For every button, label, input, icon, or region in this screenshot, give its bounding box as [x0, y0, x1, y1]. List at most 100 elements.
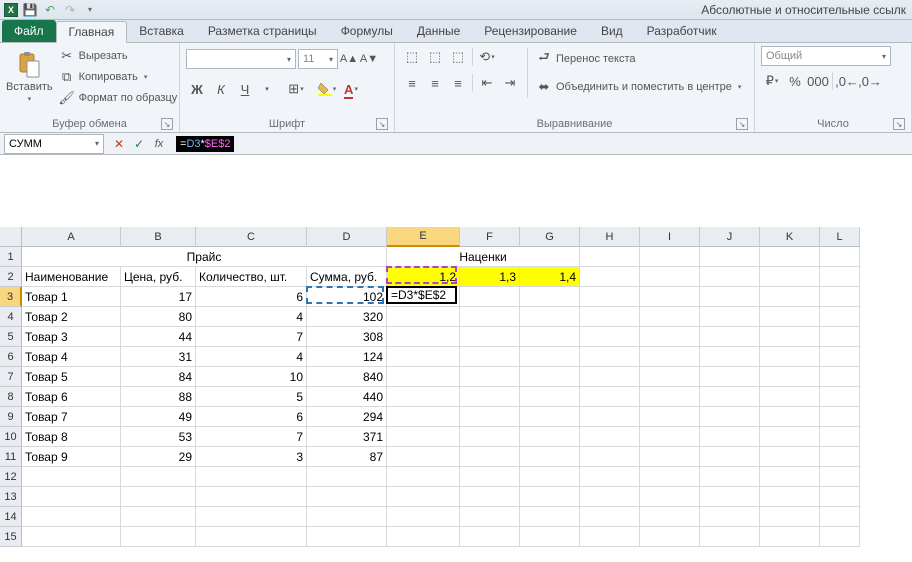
- align-top-button[interactable]: ⬚: [401, 46, 423, 68]
- cell-L12[interactable]: [820, 467, 860, 487]
- italic-button[interactable]: К: [210, 78, 232, 100]
- cell-E2[interactable]: 1,2: [387, 267, 460, 287]
- cell-L2[interactable]: [820, 267, 860, 287]
- cell-H4[interactable]: [580, 307, 640, 327]
- cell-I3[interactable]: [640, 287, 700, 307]
- cell-L15[interactable]: [820, 527, 860, 547]
- cell-J6[interactable]: [700, 347, 760, 367]
- cell-J10[interactable]: [700, 427, 760, 447]
- row-header-10[interactable]: 10: [0, 427, 22, 447]
- cell-L3[interactable]: [820, 287, 860, 307]
- row-header-12[interactable]: 12: [0, 467, 22, 487]
- cell-D3[interactable]: 102: [307, 287, 387, 307]
- cell-K11[interactable]: [760, 447, 820, 467]
- cell-L4[interactable]: [820, 307, 860, 327]
- cell-E4[interactable]: [387, 307, 460, 327]
- cell-H11[interactable]: [580, 447, 640, 467]
- cell-H10[interactable]: [580, 427, 640, 447]
- cell-E13[interactable]: [387, 487, 460, 507]
- cell-G11[interactable]: [520, 447, 580, 467]
- cell-D4[interactable]: 320: [307, 307, 387, 327]
- merge-center-button[interactable]: ⬌Объединить и поместить в центре▾: [534, 77, 743, 97]
- cell-H15[interactable]: [580, 527, 640, 547]
- cell-H2[interactable]: [580, 267, 640, 287]
- cell-A1[interactable]: Прайс: [22, 247, 387, 267]
- cell-B3[interactable]: 17: [121, 287, 196, 307]
- cancel-icon[interactable]: ✕: [110, 135, 128, 153]
- cell-C12[interactable]: [196, 467, 307, 487]
- col-header-J[interactable]: J: [700, 227, 760, 247]
- cell-K1[interactable]: [760, 247, 820, 267]
- tab-review[interactable]: Рецензирование: [472, 20, 589, 42]
- cell-L14[interactable]: [820, 507, 860, 527]
- cell-B6[interactable]: 31: [121, 347, 196, 367]
- row-header-7[interactable]: 7: [0, 367, 22, 387]
- cell-G2[interactable]: 1,4: [520, 267, 580, 287]
- tab-formulas[interactable]: Формулы: [329, 20, 405, 42]
- row-header-9[interactable]: 9: [0, 407, 22, 427]
- cell-D13[interactable]: [307, 487, 387, 507]
- cell-G14[interactable]: [520, 507, 580, 527]
- cell-D9[interactable]: 294: [307, 407, 387, 427]
- cell-A11[interactable]: Товар 9: [22, 447, 121, 467]
- dialog-launcher-icon[interactable]: ↘: [376, 118, 388, 130]
- copy-button[interactable]: ⧉Копировать▾: [57, 67, 180, 87]
- row-header-15[interactable]: 15: [0, 527, 22, 547]
- undo-icon[interactable]: ↶: [42, 2, 58, 18]
- cell-B7[interactable]: 84: [121, 367, 196, 387]
- col-header-A[interactable]: A: [22, 227, 121, 247]
- row-header-2[interactable]: 2: [0, 267, 22, 287]
- cell-C15[interactable]: [196, 527, 307, 547]
- cell-I11[interactable]: [640, 447, 700, 467]
- active-cell-editor[interactable]: =D3*$E$2: [386, 286, 457, 304]
- cell-K14[interactable]: [760, 507, 820, 527]
- cell-E14[interactable]: [387, 507, 460, 527]
- align-center-button[interactable]: ≡: [424, 72, 446, 94]
- cell-D14[interactable]: [307, 507, 387, 527]
- cell-L8[interactable]: [820, 387, 860, 407]
- orientation-button[interactable]: ⟲: [476, 46, 498, 68]
- cell-C5[interactable]: 7: [196, 327, 307, 347]
- cell-E10[interactable]: [387, 427, 460, 447]
- cell-K4[interactable]: [760, 307, 820, 327]
- cell-J7[interactable]: [700, 367, 760, 387]
- cell-G15[interactable]: [520, 527, 580, 547]
- cell-A15[interactable]: [22, 527, 121, 547]
- cell-A5[interactable]: Товар 3: [22, 327, 121, 347]
- align-right-button[interactable]: ≡: [447, 72, 469, 94]
- cell-A8[interactable]: Товар 6: [22, 387, 121, 407]
- tab-insert[interactable]: Вставка: [127, 20, 196, 42]
- cell-G10[interactable]: [520, 427, 580, 447]
- decrease-indent-button[interactable]: ⇤: [476, 72, 498, 94]
- column-headers[interactable]: ABCDEFGHIJKL: [22, 227, 860, 247]
- cell-K15[interactable]: [760, 527, 820, 547]
- formula-input[interactable]: =D3*$E$2: [172, 134, 912, 154]
- align-left-button[interactable]: ≡: [401, 72, 423, 94]
- cell-F3[interactable]: [460, 287, 520, 307]
- cell-K3[interactable]: [760, 287, 820, 307]
- cell-E6[interactable]: [387, 347, 460, 367]
- wrap-text-button[interactable]: ⮐Перенос текста: [534, 49, 743, 69]
- col-header-K[interactable]: K: [760, 227, 820, 247]
- cell-E8[interactable]: [387, 387, 460, 407]
- cell-C10[interactable]: 7: [196, 427, 307, 447]
- col-header-D[interactable]: D: [307, 227, 387, 247]
- paste-button[interactable]: Вставить ▾: [6, 46, 53, 108]
- cell-H1[interactable]: [580, 247, 640, 267]
- cell-E11[interactable]: [387, 447, 460, 467]
- cell-E5[interactable]: [387, 327, 460, 347]
- cell-I7[interactable]: [640, 367, 700, 387]
- cell-J4[interactable]: [700, 307, 760, 327]
- dialog-launcher-icon[interactable]: ↘: [736, 118, 748, 130]
- cell-J12[interactable]: [700, 467, 760, 487]
- tab-view[interactable]: Вид: [589, 20, 635, 42]
- cell-J11[interactable]: [700, 447, 760, 467]
- cell-I9[interactable]: [640, 407, 700, 427]
- format-painter-button[interactable]: 🖌Формат по образцу: [57, 88, 180, 108]
- cell-K10[interactable]: [760, 427, 820, 447]
- cell-J15[interactable]: [700, 527, 760, 547]
- col-header-H[interactable]: H: [580, 227, 640, 247]
- col-header-E[interactable]: E: [387, 227, 460, 247]
- cell-C3[interactable]: 6: [196, 287, 307, 307]
- cell-B8[interactable]: 88: [121, 387, 196, 407]
